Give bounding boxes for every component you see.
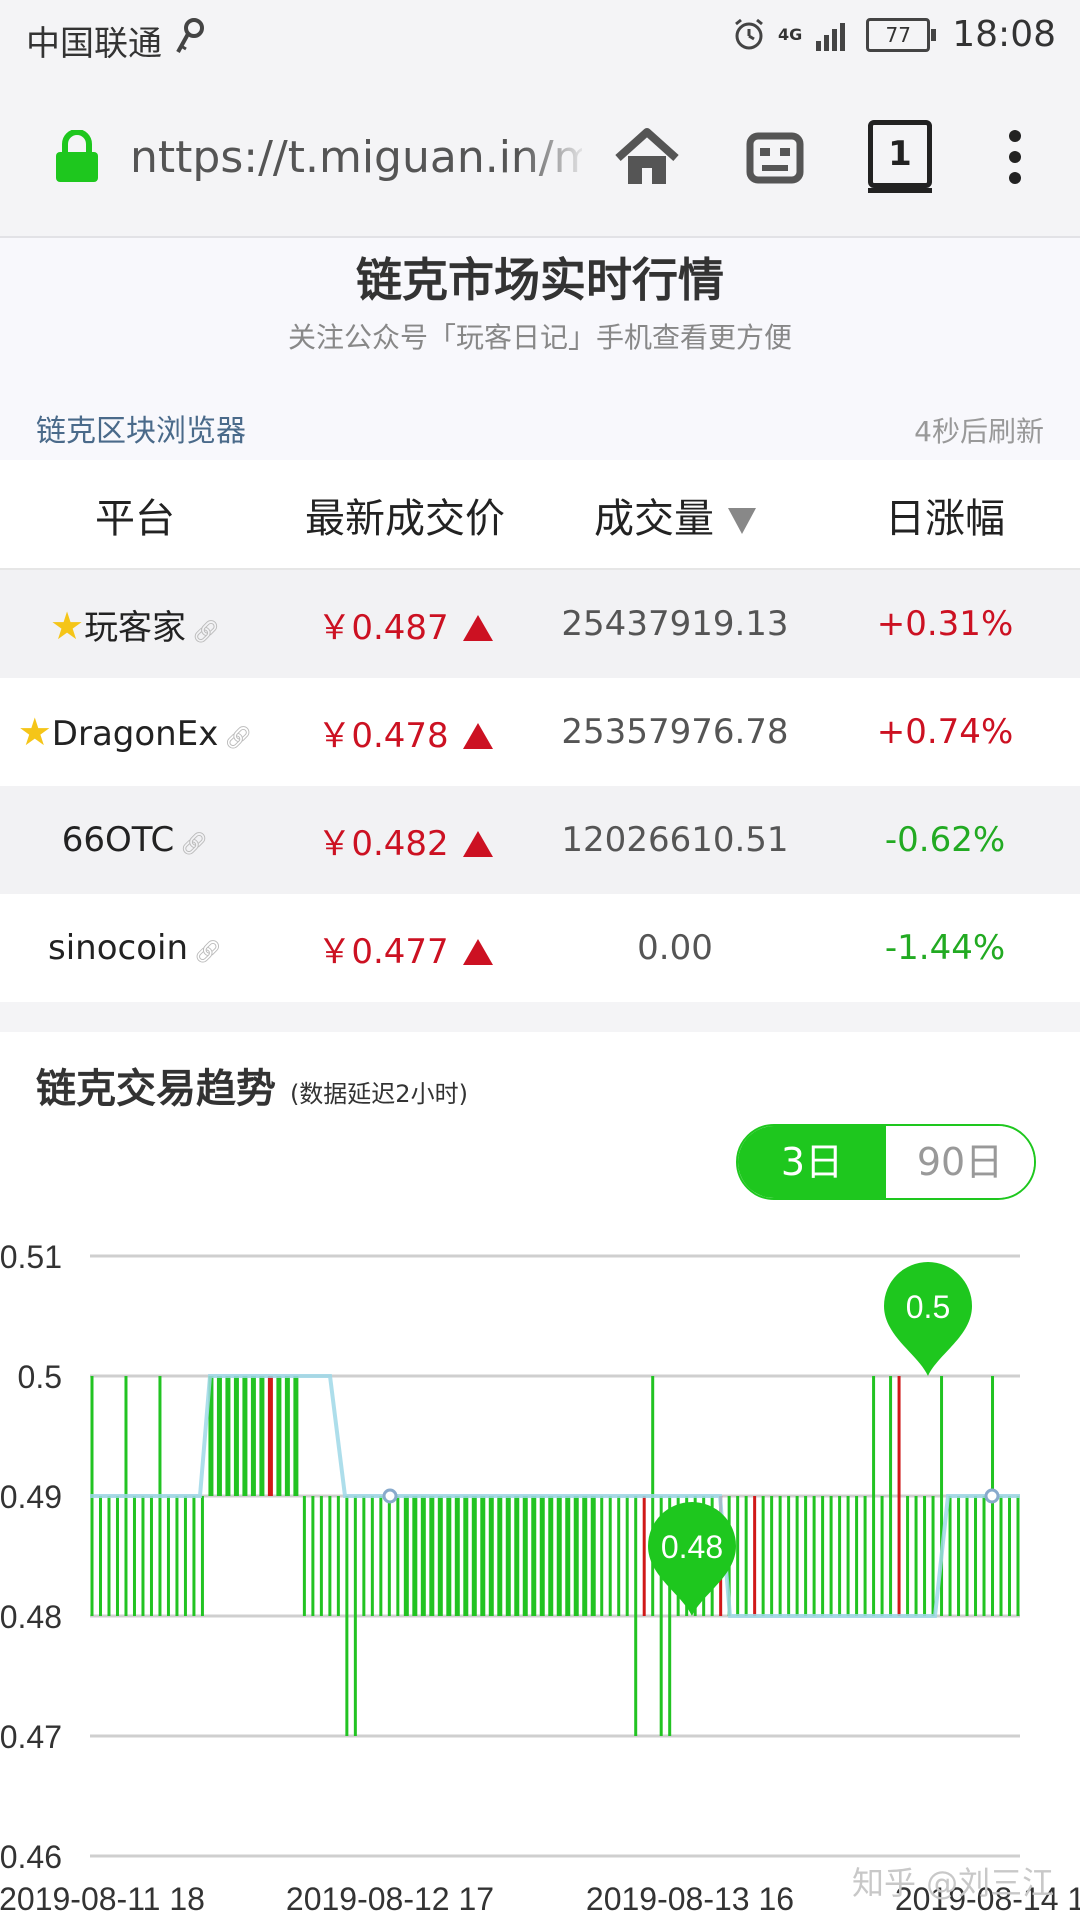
platform-name: DragonEx [51,714,219,754]
page-subtitle: 关注公众号「玩客日记」手机查看更方便 [287,321,792,354]
y-tick-label: 0.51 [0,1239,62,1275]
marker-label: 0.5 [906,1289,950,1325]
trend-chart[interactable]: 0.51 0.5 0.49 0.48 0.47 0.46 0.48 0.5 2019-08-11… [0,1220,1080,1920]
column-volume-label: 成交量 [594,496,714,542]
market-table: 平台 最新成交价 成交量 日涨幅 ★玩客家 🔗︎ ￥0.487 25437919.… [0,462,1080,1002]
table-row[interactable]: sinocoin 🔗︎ ￥0.477 0.00 -1.44% [0,894,1080,1002]
url-fade [520,126,590,190]
platform-cell[interactable]: 66OTC 🔗︎ [0,820,270,860]
tab-switcher-button[interactable]: 1 [868,120,932,188]
volume-cell: 25437919.13 [561,604,789,644]
trend-note: (数据延迟2小时) [289,1080,468,1108]
url-field[interactable]: nttps://t.miguan.in/m [130,132,582,188]
home-icon[interactable] [612,122,682,192]
platform-name: sinocoin [48,928,189,968]
signal-icon [816,22,846,51]
star-icon: ★ [49,603,85,648]
x-tick-label: 2019-08-11 18 [0,1881,205,1917]
change-cell: +0.31% [876,604,1014,644]
volume-cell: 12026610.51 [561,820,789,860]
link-icon[interactable]: 🔗︎ [180,832,208,857]
table-row[interactable]: ★玩客家 🔗︎ ￥0.487 25437919.13 +0.31% [0,570,1080,678]
up-arrow-icon [462,614,493,641]
change-cell: -1.44% [884,928,1006,968]
star-icon: ★ [17,710,52,754]
sort-desc-icon[interactable] [728,508,756,534]
up-arrow-icon [462,938,493,965]
x-tick-label: 2019-08-12 17 [286,1881,494,1917]
page-title: 链克市场实时行情 [356,253,724,307]
lock-icon[interactable] [54,130,100,182]
carrier-label: 中国联通 [26,24,162,64]
range-3d-button[interactable]: 3日 [738,1126,886,1198]
refresh-countdown: 4秒后刷新 [914,415,1044,448]
section-divider [0,1002,1080,1032]
browser-toolbar: nttps://t.miguan.in/m 1 [0,76,1080,238]
platform-cell[interactable]: ★DragonEx 🔗︎ [0,710,270,754]
tab-switcher-underline [868,188,932,193]
status-bar: 中国联通 4G 77 18:08 [0,0,1080,76]
price-value: ￥0.487 [317,607,449,648]
range-90d-button[interactable]: 90日 [886,1126,1034,1198]
price-value: ￥0.482 [317,823,449,864]
table-header: 平台 最新成交价 成交量 日涨幅 [0,462,1080,570]
trend-title: 链克交易趋势 (数据延迟2小时) [36,1056,468,1114]
platform-name: 66OTC [61,820,175,860]
volume-cell: 25357976.78 [561,712,789,752]
clock: 18:08 [952,14,1056,55]
platform-cell[interactable]: ★玩客家 🔗︎ [0,600,270,649]
y-tick-label: 0.49 [0,1479,62,1515]
more-menu-icon[interactable] [1000,122,1030,192]
column-price[interactable]: 最新成交价 [270,486,540,544]
price-cell: ￥0.482 [270,816,540,865]
table-row[interactable]: ★DragonEx 🔗︎ ￥0.478 25357976.78 +0.74% [0,678,1080,786]
change-cell: +0.74% [876,712,1014,752]
line-point [984,1488,1000,1504]
price-cell: ￥0.487 [270,600,540,649]
x-tick-label: 2019-08-13 16 [586,1881,794,1917]
watermark: 知乎 @刘三江 [852,1864,1055,1902]
network-label: 4G [777,25,803,44]
platform-name: 玩客家 [84,607,187,648]
y-tick-label: 0.48 [0,1599,62,1635]
key-icon [176,18,204,53]
line-point [382,1488,398,1504]
price-cell: ￥0.478 [270,708,540,757]
battery-icon: 77 [866,17,937,52]
bookmark-robot-icon[interactable] [740,122,810,192]
up-arrow-icon [462,830,493,857]
platform-cell[interactable]: sinocoin 🔗︎ [0,928,270,968]
up-arrow-icon [462,722,493,749]
price-value: ￥0.477 [317,931,449,972]
status-icons: 4G 77 18:08 [732,14,1056,55]
link-icon[interactable]: 🔗︎ [194,940,222,965]
link-icon[interactable]: 🔗︎ [192,620,220,645]
price-cell: ￥0.477 [270,924,540,973]
table-row[interactable]: 66OTC 🔗︎ ￥0.482 12026610.51 -0.62% [0,786,1080,894]
alarm-icon [735,18,763,49]
volume-cell: 0.00 [637,928,713,968]
page-header: 链克市场实时行情 关注公众号「玩客日记」手机查看更方便 链克区块浏览器 4秒后刷… [0,238,1080,460]
trend-title-text: 链克交易趋势 [36,1066,276,1112]
range-toggle: 3日 90日 [736,1124,1036,1200]
column-volume[interactable]: 成交量 [540,486,810,544]
y-tick-label: 0.5 [18,1359,62,1395]
y-tick-label: 0.47 [0,1719,62,1755]
price-value: ￥0.478 [317,715,449,756]
column-platform[interactable]: 平台 [0,486,270,544]
marker-label: 0.48 [661,1529,723,1565]
link-icon[interactable]: 🔗︎ [224,726,252,751]
y-tick-label: 0.46 [0,1839,62,1875]
change-cell: -0.62% [884,820,1006,860]
column-change[interactable]: 日涨幅 [810,486,1080,544]
block-explorer-link[interactable]: 链克区块浏览器 [36,406,246,450]
